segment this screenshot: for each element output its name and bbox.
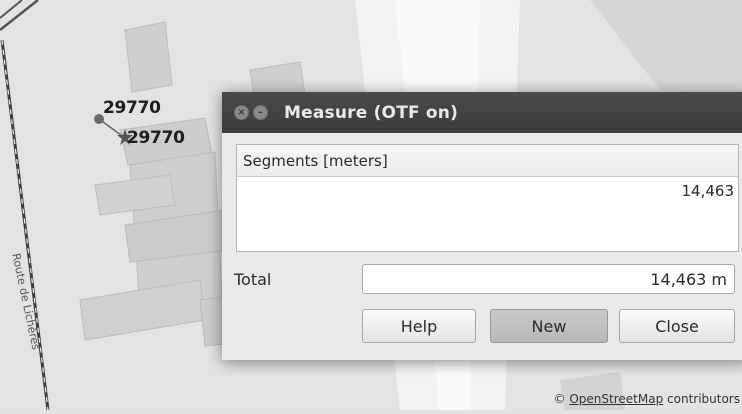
segments-table: Segments [meters] 14,463 — [236, 144, 739, 252]
minimize-window-icon[interactable]: – — [253, 105, 268, 120]
total-label: Total — [234, 270, 272, 289]
point-label: 29770 — [103, 98, 161, 118]
attribution-prefix: © — [553, 392, 570, 406]
map-attribution: © OpenStreetMap contributors — [554, 392, 740, 406]
segment-row[interactable]: 14,463 — [237, 177, 738, 205]
dialog-title: Measure (OTF on) — [284, 102, 459, 123]
measure-dialog: × – Measure (OTF on) Segments [meters] 1… — [222, 92, 742, 360]
close-window-icon[interactable]: × — [234, 105, 249, 120]
point-label: 29770 — [127, 128, 185, 148]
help-button[interactable]: Help — [362, 309, 476, 343]
new-button[interactable]: New — [490, 309, 608, 343]
total-field[interactable]: 14,463 m — [362, 264, 735, 294]
close-button[interactable]: Close — [619, 309, 735, 343]
dialog-titlebar[interactable]: × – Measure (OTF on) — [222, 92, 742, 133]
segments-column-header[interactable]: Segments [meters] — [237, 145, 738, 177]
openstreetmap-link[interactable]: OpenStreetMap — [569, 392, 663, 406]
attribution-suffix: contributors — [663, 392, 740, 406]
